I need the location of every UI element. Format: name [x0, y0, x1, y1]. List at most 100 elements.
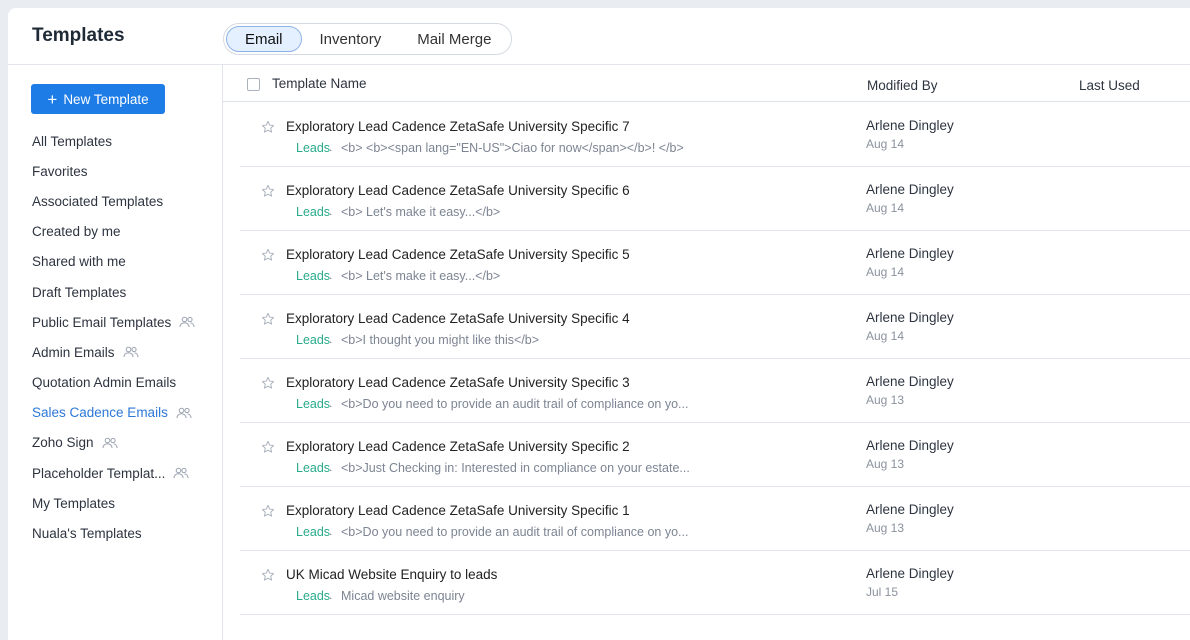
module-link[interactable]: Leads — [296, 397, 330, 411]
module-link[interactable]: Leads — [296, 205, 330, 219]
template-preview: <b> Let's make it easy...</b> — [341, 269, 501, 283]
template-preview: <b>Do you need to provide an audit trail… — [341, 525, 689, 539]
sidebar-item-label: Sales Cadence Emails — [32, 405, 168, 421]
modified-date: Jul 15 — [866, 585, 899, 599]
modified-by: Arlene Dingley — [866, 310, 954, 325]
star-icon[interactable] — [261, 376, 275, 390]
group-icon — [102, 437, 118, 449]
module-link[interactable]: Leads — [296, 461, 330, 475]
templates-window: Templates Email Inventory Mail Merge + N… — [8, 8, 1190, 640]
sidebar-item-label: Public Email Templates — [32, 314, 172, 330]
separator-dot: . — [329, 588, 333, 602]
template-name[interactable]: UK Micad Website Enquiry to leads — [286, 567, 497, 582]
table-row[interactable]: Exploratory Lead Cadence ZetaSafe Univer… — [240, 231, 1190, 295]
module-link[interactable]: Leads — [296, 589, 330, 603]
template-name[interactable]: Exploratory Lead Cadence ZetaSafe Univer… — [286, 183, 630, 198]
star-icon[interactable] — [261, 248, 275, 262]
template-preview: <b>Do you need to provide an audit trail… — [341, 397, 689, 411]
sidebar-item-public-email-templates[interactable]: Public Email Templates — [8, 307, 223, 337]
template-preview: <b> <b><span lang="EN-US">Ciao for now</… — [341, 141, 684, 155]
sidebar-item-label: Created by me — [32, 224, 121, 240]
column-header-name[interactable]: Template Name — [272, 76, 367, 91]
star-icon[interactable] — [261, 504, 275, 518]
sidebar-item-label: Quotation Admin Emails — [32, 375, 177, 391]
sidebar-item-created-by-me[interactable]: Created by me — [8, 217, 223, 247]
modified-date: Aug 13 — [866, 457, 905, 471]
separator-dot: . — [329, 204, 333, 218]
sidebar-item-favorites[interactable]: Favorites — [8, 156, 223, 186]
template-name[interactable]: Exploratory Lead Cadence ZetaSafe Univer… — [286, 119, 630, 134]
separator-dot: . — [329, 332, 333, 346]
sidebar-item-associated-templates[interactable]: Associated Templates — [8, 186, 223, 216]
modified-by: Arlene Dingley — [866, 246, 954, 261]
separator-dot: . — [329, 524, 333, 538]
sidebar-item-label: My Templates — [32, 495, 116, 511]
star-icon[interactable] — [261, 568, 275, 582]
module-link[interactable]: Leads — [296, 269, 330, 283]
template-preview: <b>Just Checking in: Interested in compl… — [341, 461, 690, 475]
modified-by: Arlene Dingley — [866, 374, 954, 389]
table-row[interactable]: Exploratory Lead Cadence ZetaSafe Univer… — [240, 359, 1190, 423]
table-row[interactable]: Exploratory Lead Cadence ZetaSafe Univer… — [240, 295, 1190, 359]
sidebar-item-label: Zoho Sign — [32, 435, 94, 451]
sidebar-item-label: Draft Templates — [32, 284, 127, 300]
modified-by: Arlene Dingley — [866, 438, 954, 453]
modified-date: Aug 14 — [866, 201, 905, 215]
column-header-modified-by[interactable]: Modified By — [867, 78, 938, 93]
table-row[interactable]: Exploratory Lead Cadence ZetaSafe Univer… — [240, 423, 1190, 487]
top-bar: Templates Email Inventory Mail Merge — [8, 8, 1190, 65]
select-all-checkbox[interactable] — [247, 78, 260, 91]
sidebar-item-all-templates[interactable]: All Templates — [8, 126, 223, 156]
sidebar-item-nuala-s-templates[interactable]: Nuala's Templates — [8, 518, 223, 548]
table-row[interactable]: Exploratory Lead Cadence ZetaSafe Univer… — [240, 487, 1190, 551]
sidebar-item-label: Favorites — [32, 163, 88, 179]
sidebar-item-zoho-sign[interactable]: Zoho Sign — [8, 428, 223, 458]
modified-by: Arlene Dingley — [866, 502, 954, 517]
table-header: Template Name Modified By Last Used — [223, 65, 1190, 102]
sidebar-item-label: All Templates — [32, 133, 113, 149]
table-row[interactable]: Exploratory Lead Cadence ZetaSafe Univer… — [240, 103, 1190, 167]
new-template-button[interactable]: + New Template — [31, 84, 165, 114]
template-name[interactable]: Exploratory Lead Cadence ZetaSafe Univer… — [286, 247, 630, 262]
sidebar-nav: All Templates Favorites Associated Templat… — [8, 126, 223, 549]
templates-table: Template Name Modified By Last Used Expl… — [223, 65, 1190, 640]
sidebar-item-draft-templates[interactable]: Draft Templates — [8, 277, 223, 307]
modified-by: Arlene Dingley — [866, 118, 954, 133]
template-name[interactable]: Exploratory Lead Cadence ZetaSafe Univer… — [286, 311, 630, 326]
modified-by: Arlene Dingley — [866, 566, 954, 581]
template-preview: Micad website enquiry — [341, 589, 465, 603]
sidebar-item-shared-with-me[interactable]: Shared with me — [8, 247, 223, 277]
tab-inventory[interactable]: Inventory — [302, 26, 400, 52]
sidebar-item-sales-cadence-emails[interactable]: Sales Cadence Emails — [8, 398, 223, 428]
template-name[interactable]: Exploratory Lead Cadence ZetaSafe Univer… — [286, 375, 630, 390]
sidebar-item-label: Nuala's Templates — [32, 526, 142, 542]
module-link[interactable]: Leads — [296, 141, 330, 155]
group-icon — [176, 407, 192, 419]
sidebar-item-placeholder-templat[interactable]: Placeholder Templat... — [8, 458, 223, 488]
template-type-tabs: Email Inventory Mail Merge — [223, 23, 513, 55]
table-row[interactable]: UK Micad Website Enquiry to leads Leads. M… — [240, 551, 1190, 615]
separator-dot: . — [329, 460, 333, 474]
star-icon[interactable] — [261, 312, 275, 326]
tab-email[interactable]: Email — [226, 26, 302, 52]
sidebar-item-admin-emails[interactable]: Admin Emails — [8, 337, 223, 367]
sidebar-item-label: Admin Emails — [32, 344, 115, 360]
separator-dot: . — [329, 140, 333, 154]
modified-date: Aug 13 — [866, 393, 905, 407]
sidebar-item-quotation-admin-emails[interactable]: Quotation Admin Emails — [8, 368, 223, 398]
modified-by: Arlene Dingley — [866, 182, 954, 197]
star-icon[interactable] — [261, 120, 275, 134]
star-icon[interactable] — [261, 440, 275, 454]
star-icon[interactable] — [261, 184, 275, 198]
table-row[interactable]: Exploratory Lead Cadence ZetaSafe Univer… — [240, 167, 1190, 231]
template-name[interactable]: Exploratory Lead Cadence ZetaSafe Univer… — [286, 503, 630, 518]
tab-mail-merge[interactable]: Mail Merge — [399, 26, 509, 52]
template-name[interactable]: Exploratory Lead Cadence ZetaSafe Univer… — [286, 439, 630, 454]
column-header-last-used[interactable]: Last Used — [1079, 78, 1140, 93]
module-link[interactable]: Leads — [296, 333, 330, 347]
modified-date: Aug 14 — [866, 329, 905, 343]
plus-icon: + — [47, 89, 58, 109]
module-link[interactable]: Leads — [296, 525, 330, 539]
sidebar-item-my-templates[interactable]: My Templates — [8, 488, 223, 518]
group-icon — [179, 316, 195, 328]
